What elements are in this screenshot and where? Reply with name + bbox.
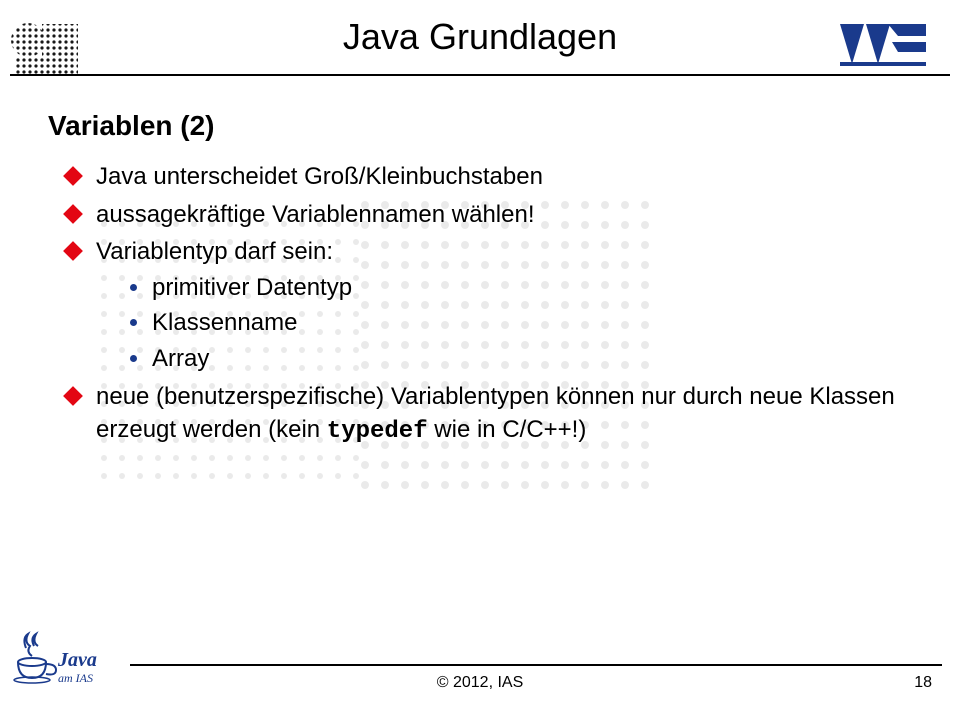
code-typedef: typedef bbox=[327, 418, 428, 445]
sub-list: primitiver Datentyp Klassenname Array bbox=[96, 271, 912, 376]
footer-copyright: © 2012, IAS bbox=[437, 674, 524, 692]
bullet-item: Java unterscheidet Groß/Kleinbuchstaben bbox=[66, 160, 912, 194]
ias-logo-icon bbox=[834, 14, 934, 74]
bullet-text: Java unterscheidet Groß/Kleinbuchstaben bbox=[96, 163, 543, 190]
bullet-item: aussagekräftige Variablennamen wählen! bbox=[66, 198, 912, 232]
bullet-item: Variablentyp darf sein: primitiver Daten… bbox=[66, 235, 912, 375]
page-header: Java Grundlagen bbox=[10, 8, 950, 76]
bullet-list: Java unterscheidet Groß/Kleinbuchstaben … bbox=[48, 160, 912, 449]
java-logo-main-text: Java bbox=[57, 649, 97, 671]
sub-item-text: Array bbox=[152, 345, 209, 372]
section-heading: Variablen (2) bbox=[48, 110, 912, 142]
sub-item: primitiver Datentyp bbox=[126, 271, 912, 305]
page-title: Java Grundlagen bbox=[343, 16, 617, 58]
java-logo-sub-text: am IAS bbox=[58, 671, 93, 685]
footer-page-number: 18 bbox=[914, 674, 932, 692]
footer-divider bbox=[130, 664, 942, 666]
java-dot-logo-icon bbox=[10, 22, 90, 78]
sub-item: Array bbox=[126, 342, 912, 376]
bullet-text: Variablentyp darf sein: bbox=[96, 238, 333, 265]
bullet-text-post: wie in C/C++!) bbox=[428, 416, 587, 443]
bullet-item: neue (benutzerspezifische) Variablentype… bbox=[66, 380, 912, 449]
sub-item-text: Klassenname bbox=[152, 309, 297, 336]
sub-item-text: primitiver Datentyp bbox=[152, 274, 352, 301]
java-cup-logo: Java am IAS bbox=[12, 630, 122, 690]
sub-item: Klassenname bbox=[126, 306, 912, 340]
bullet-text: aussagekräftige Variablennamen wählen! bbox=[96, 201, 535, 228]
content-area: Variablen (2) Java unterscheidet Groß/Kl… bbox=[48, 110, 912, 453]
